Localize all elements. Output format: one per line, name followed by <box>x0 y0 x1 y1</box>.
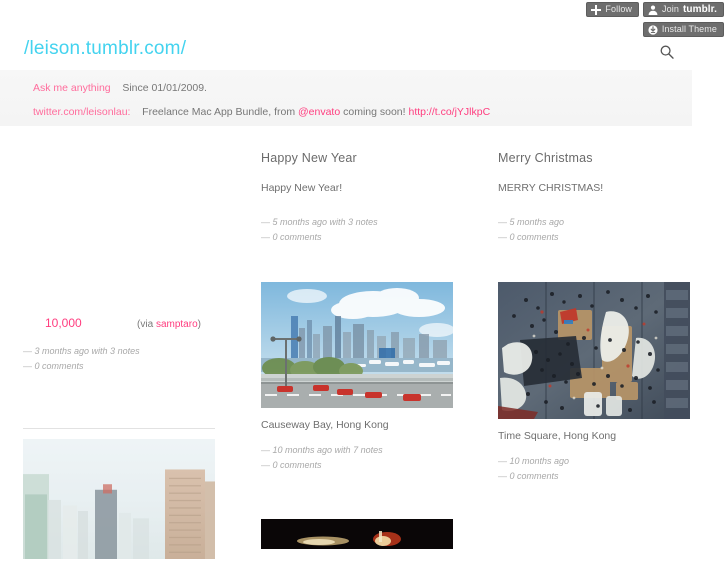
meta-dash: — <box>261 216 270 227</box>
meta-notes[interactable]: 3 months ago with 3 notes <box>35 346 140 356</box>
follow-button-label: Follow <box>605 4 633 14</box>
meta-notes[interactable]: 5 months ago <box>510 217 565 227</box>
post-meta: — 5 months ago with 3 notes — 0 comments <box>261 215 457 245</box>
tweet-text-part2: coming soon! <box>340 106 409 118</box>
tweet-text-part1: Freelance Mac App Bundle, from <box>142 106 298 118</box>
twitter-handle-link[interactable]: twitter.com/leisonlau: <box>33 106 130 118</box>
install-theme-button[interactable]: Install Theme <box>642 22 724 37</box>
post-grid: 10,000 (via samptaro) — 3 months ago wit… <box>0 140 727 559</box>
since-text: Since 01/01/2009. <box>122 82 207 94</box>
post-body: MERRY CHRISTMAS! <box>498 182 604 194</box>
meta-comments-row: — 0 comments <box>261 230 457 245</box>
meta-comments-row: — 0 comments <box>261 458 457 473</box>
meta-notes-row: — 3 months ago with 3 notes <box>23 344 219 359</box>
meta-notes-row: — 5 months ago with 3 notes <box>261 215 457 230</box>
photo-caption: Time Square, Hong Kong <box>498 430 617 442</box>
meta-comments[interactable]: 0 comments <box>273 460 322 470</box>
post-photo-time-square: Time Square, Hong Kong — 10 months ago —… <box>498 282 694 484</box>
plus-icon <box>591 4 602 15</box>
meta-dash: — <box>261 459 270 470</box>
quote-source: (via samptaro) <box>137 319 201 330</box>
envato-mention-link[interactable]: @envato <box>298 106 340 118</box>
person-icon <box>648 5 658 15</box>
meta-notes[interactable]: 10 months ago <box>510 456 570 466</box>
meta-dash: — <box>261 445 270 455</box>
time-square-photo[interactable] <box>498 282 690 419</box>
meta-dash: — <box>498 456 507 466</box>
install-theme-label: Install Theme <box>661 24 717 34</box>
meta-notes[interactable]: 5 months ago with 3 notes <box>273 217 378 227</box>
meta-comments-row: — 0 comments <box>23 359 219 374</box>
meta-dash: — <box>23 346 32 356</box>
post-body: Happy New Year! <box>261 182 343 194</box>
post-photo-night-fire <box>261 519 457 560</box>
tumblr-bar-row-bottom: Install Theme <box>642 22 724 37</box>
via-source-link[interactable]: samptaro <box>156 319 198 330</box>
meta-notes-row: — 10 months ago <box>498 454 694 469</box>
download-icon <box>648 24 658 35</box>
post-meta: — 10 months ago — 0 comments <box>498 454 694 484</box>
post-merry-christmas: Merry Christmas MERRY CHRISTMAS! — 5 mon… <box>498 151 694 244</box>
meta-notes-row: — 10 months ago with 7 notes <box>261 443 457 458</box>
meta-dash: — <box>498 470 507 481</box>
post-divider <box>23 428 215 429</box>
post-happy-new-year: Happy New Year Happy New Year! — 5 month… <box>261 151 457 244</box>
meta-comments-row: — 0 comments <box>498 469 694 484</box>
photo-caption: Causeway Bay, Hong Kong <box>261 419 389 431</box>
ask-me-anything-link[interactable]: Ask me anything <box>33 82 111 94</box>
tweet-url-link[interactable]: http://t.co/jYJlkpC <box>408 106 490 118</box>
tumblr-control-bar: Follow Join tumblr. Install Theme <box>0 0 727 40</box>
post-meta: — 5 months ago — 0 comments <box>498 215 694 245</box>
meta-notes[interactable]: 10 months ago with 7 notes <box>273 445 383 455</box>
search-icon[interactable] <box>659 44 677 62</box>
join-button-label: Join <box>662 4 679 14</box>
description-strip: Ask me anything Since 01/01/2009. twitte… <box>0 70 692 126</box>
tumblr-bar-row-top: Follow Join tumblr. <box>586 2 724 17</box>
post-meta: — 10 months ago with 7 notes — 0 comment… <box>261 443 457 473</box>
nav-line-tweet: twitter.com/leisonlau: Freelance Mac App… <box>33 106 490 118</box>
skyline-photo[interactable] <box>23 439 215 559</box>
join-tumblr-button[interactable]: Join tumblr. <box>643 2 724 17</box>
join-button-brand: tumblr. <box>682 4 717 15</box>
meta-dash: — <box>498 216 507 227</box>
post-title[interactable]: Happy New Year <box>261 151 457 165</box>
causeway-bay-photo[interactable] <box>261 282 453 408</box>
site-title[interactable]: /leison.tumblr.com/ <box>24 38 704 60</box>
meta-dash: — <box>23 360 32 371</box>
post-title[interactable]: Merry Christmas <box>498 151 694 165</box>
nav-line-ask: Ask me anything Since 01/01/2009. <box>33 82 207 94</box>
meta-comments[interactable]: 0 comments <box>510 232 559 242</box>
meta-comments-row: — 0 comments <box>498 230 694 245</box>
meta-notes-row: — 5 months ago <box>498 215 694 230</box>
meta-comments[interactable]: 0 comments <box>273 232 322 242</box>
meta-dash: — <box>261 231 270 242</box>
follow-button[interactable]: Follow <box>586 2 640 17</box>
via-prefix: (via <box>137 319 156 330</box>
post-meta: — 3 months ago with 3 notes — 0 comments <box>23 344 219 374</box>
meta-comments[interactable]: 0 comments <box>510 471 559 481</box>
post-quote-10000: 10,000 (via samptaro) — 3 months ago wit… <box>23 316 219 374</box>
post-photo-causeway-bay: Causeway Bay, Hong Kong — 10 months ago … <box>261 282 457 473</box>
post-photo-skyline <box>23 428 219 570</box>
site-header: /leison.tumblr.com/ <box>24 38 704 60</box>
meta-dash: — <box>498 231 507 242</box>
quote-number[interactable]: 10,000 <box>45 316 82 330</box>
quote-number-row: 10,000 (via samptaro) <box>23 316 219 330</box>
via-suffix: ) <box>197 319 201 330</box>
meta-comments[interactable]: 0 comments <box>35 361 84 371</box>
